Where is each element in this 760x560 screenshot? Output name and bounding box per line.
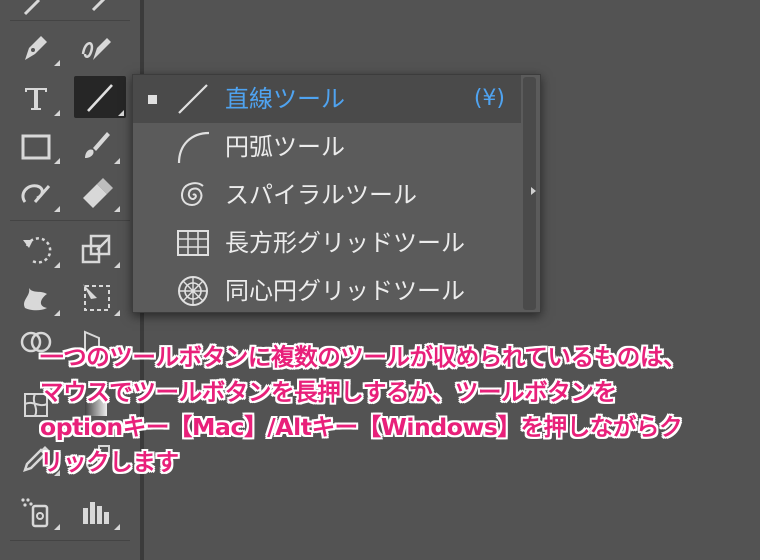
paintbrush-icon — [85, 132, 110, 158]
column-graph-icon — [83, 502, 109, 524]
direct-selection-icon — [91, 0, 106, 12]
toolbar-separator — [10, 540, 130, 541]
pen-icon — [25, 36, 47, 60]
eraser-icon — [83, 178, 113, 208]
flyout-indicator — [114, 524, 120, 530]
menu-item-label: 長方形グリッドツール — [225, 229, 465, 257]
rotate-icon — [23, 237, 52, 264]
annotation-line: マウスでツールボタンを長押しするか、ツールボタンを — [40, 378, 617, 406]
menu-item-rectangular-grid[interactable]: 長方形グリッドツール — [133, 219, 521, 267]
flyout-indicator — [54, 110, 60, 116]
line-segment-icon — [178, 84, 208, 114]
tearoff-arrow-icon[interactable] — [531, 187, 536, 195]
line-tools-flyout: 直線ツール (¥) 円弧ツール スパイラルツール 長方形グリッドツール 同心円グ… — [132, 74, 541, 313]
flyout-indicator — [54, 262, 60, 268]
symbol-sprayer-tool[interactable] — [10, 490, 62, 532]
flyout-indicator — [54, 524, 60, 530]
menu-item-line-segment[interactable]: 直線ツール (¥) — [133, 75, 521, 123]
toolbar-separator — [10, 220, 130, 221]
pen-tool[interactable] — [10, 26, 62, 68]
annotation-line: optionキー【Mac】/Altキー【Windows】を押しながらク — [40, 413, 683, 441]
menu-item-label: 直線ツール — [225, 85, 345, 113]
type-icon — [25, 88, 47, 110]
arc-icon — [177, 131, 210, 164]
selected-bullet — [148, 95, 157, 104]
rectangle-tool[interactable] — [10, 124, 62, 166]
symbol-sprayer-icon — [21, 498, 49, 528]
menu-item-label: 円弧ツール — [225, 133, 345, 161]
column-graph-tool[interactable] — [70, 490, 122, 532]
shaper-tool[interactable] — [10, 172, 62, 214]
annotation-line: リックします — [40, 448, 179, 476]
selection-tool[interactable] — [10, 0, 62, 22]
eraser-tool[interactable] — [70, 172, 122, 214]
menu-item-shortcut: (¥) — [473, 86, 505, 111]
flyout-indicator — [114, 158, 120, 164]
flyout-indicator — [54, 60, 60, 66]
type-tool[interactable] — [10, 76, 62, 118]
rotate-tool[interactable] — [10, 228, 62, 270]
direct-selection-tool[interactable] — [70, 0, 122, 22]
spiral-icon — [181, 182, 204, 207]
shaper-icon — [21, 184, 51, 203]
menu-item-polar-grid[interactable]: 同心円グリッドツール — [133, 267, 521, 315]
warp-icon — [24, 288, 47, 311]
selection-icon — [23, 0, 41, 16]
scale-tool[interactable] — [70, 228, 122, 270]
flyout-indicator — [118, 110, 124, 116]
curvature-icon — [81, 38, 111, 60]
menu-item-label: スパイラルツール — [225, 181, 417, 209]
flyout-indicator — [114, 310, 120, 316]
paintbrush-tool[interactable] — [70, 124, 122, 166]
flyout-indicator — [54, 206, 60, 212]
rectangle-icon — [21, 134, 51, 160]
line-segment-tool[interactable] — [74, 76, 126, 118]
menu-item-arc[interactable]: 円弧ツール — [133, 123, 521, 171]
free-transform-tool[interactable] — [70, 276, 122, 318]
flyout-indicator — [114, 262, 120, 268]
free-transform-icon — [83, 284, 110, 311]
menu-item-spiral[interactable]: スパイラルツール — [133, 171, 521, 219]
flyout-indicator — [54, 310, 60, 316]
polar-grid-icon — [178, 276, 208, 306]
menu-item-label: 同心円グリッドツール — [225, 277, 465, 305]
annotation-line: 一つのツールボタンに複数のツールが収められているものは、 — [40, 343, 687, 371]
toolbar-separator — [10, 20, 130, 21]
flyout-indicator — [114, 206, 120, 212]
scale-icon — [81, 234, 111, 264]
annotation-text: 一つのツールボタンに複数のツールが収められているものは、 マウスでツールボタンを… — [40, 340, 748, 480]
rectangular-grid-icon — [177, 230, 209, 256]
warp-tool[interactable] — [10, 276, 62, 318]
line-segment-icon — [87, 84, 113, 112]
curvature-tool[interactable] — [70, 26, 122, 68]
flyout-indicator — [54, 158, 60, 164]
